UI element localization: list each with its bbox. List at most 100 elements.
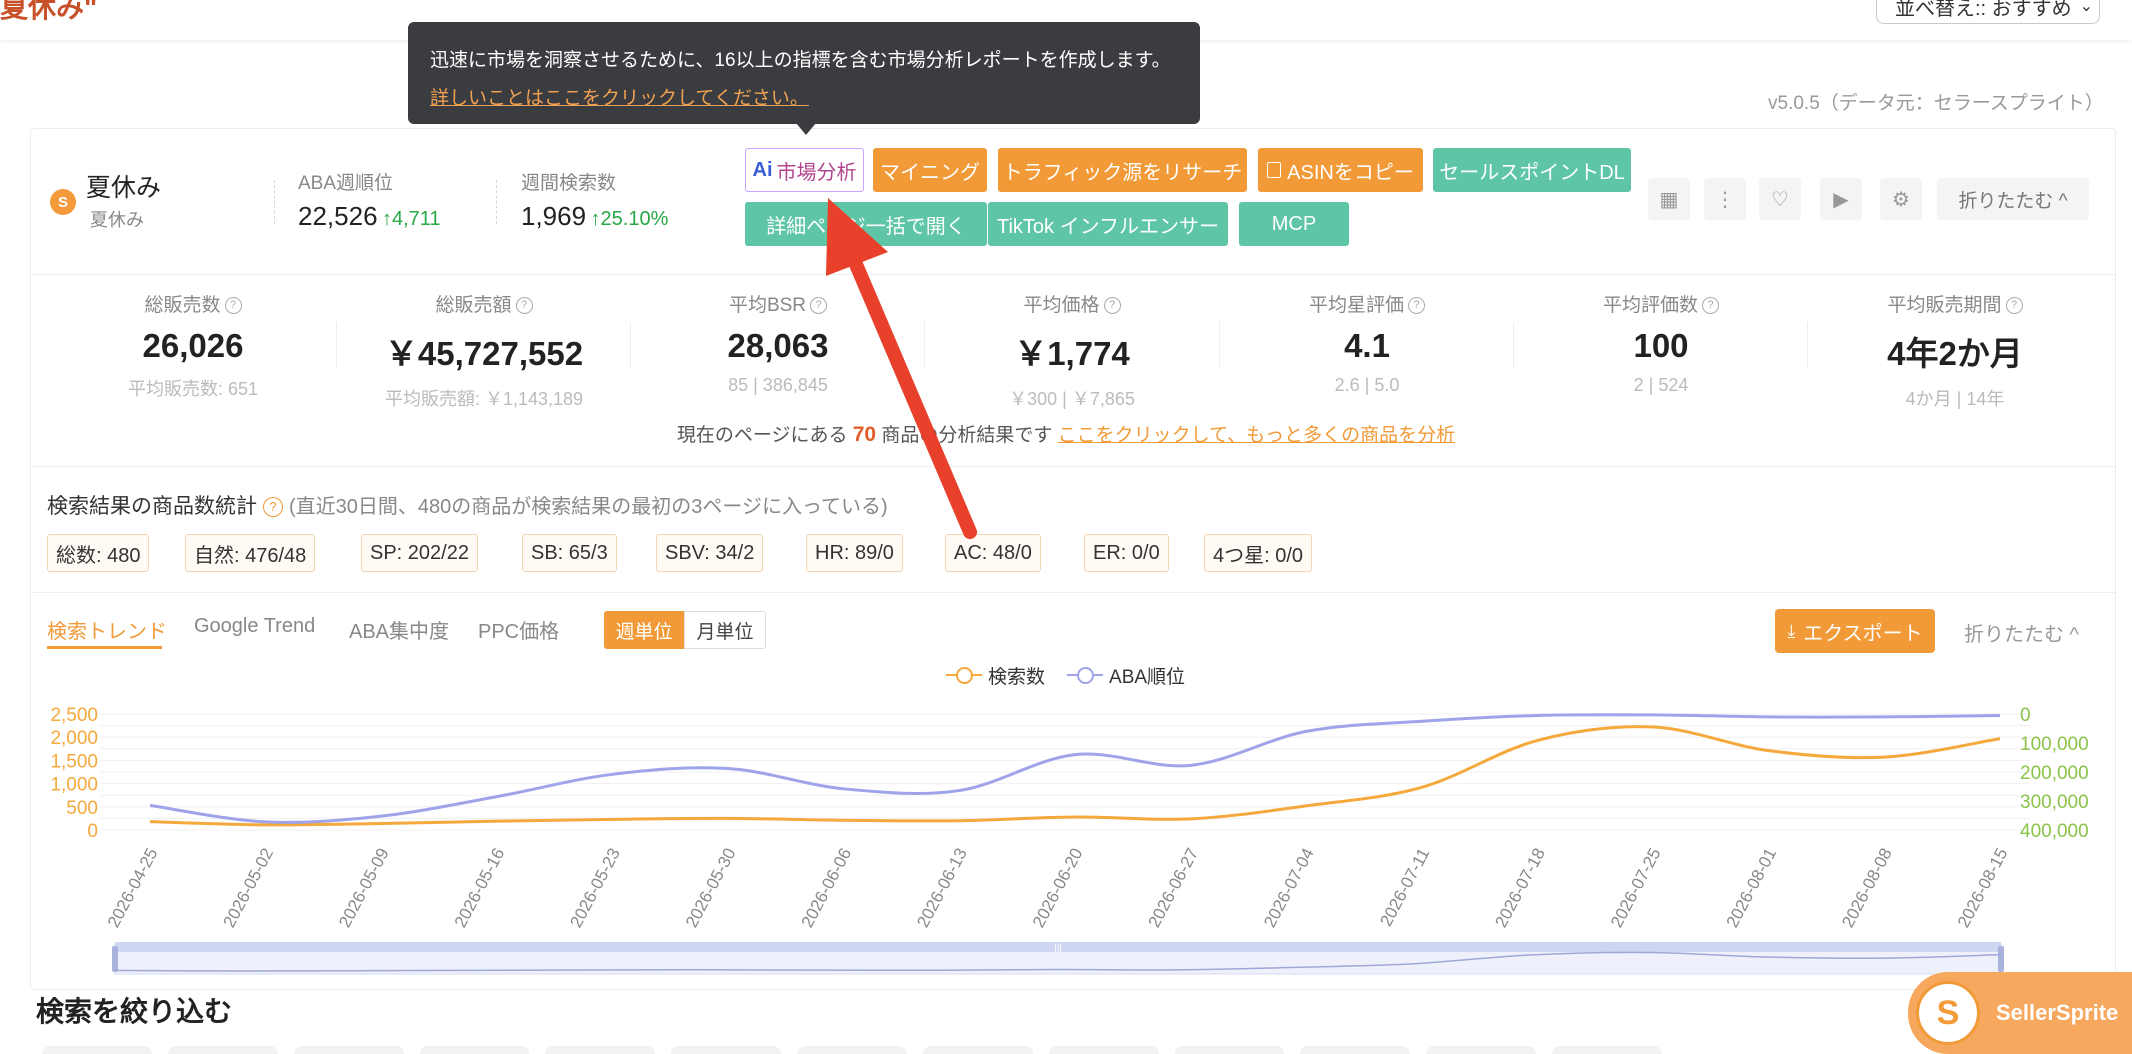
help-icon[interactable]: ? [810, 297, 828, 315]
x-axis-tick: 2026-08-08 [1838, 845, 1896, 931]
export-label: エクスポート [1803, 622, 1923, 645]
monthly-toggle[interactable]: 月単位 [684, 611, 766, 649]
metric-sub: 4か月 | 14年 [1905, 389, 2005, 409]
mining-button[interactable]: マイニング [873, 148, 987, 192]
metric-label: 総販売額 [435, 295, 512, 316]
divider [496, 180, 498, 224]
page-note-prefix: 現在のページにある [676, 425, 848, 446]
help-icon[interactable]: ? [1103, 297, 1121, 315]
tooltip-arrow [796, 123, 816, 135]
zoom-right-handle[interactable] [1998, 946, 2004, 972]
weekly-toggle[interactable]: 週単位 [604, 611, 684, 649]
collapse-chart-button[interactable]: 折りたたむ ^ [1964, 618, 2079, 647]
keyword-title: 夏休み [86, 174, 162, 202]
left-axis-tick: 1,500 [50, 751, 98, 772]
product-count-stats: 検索結果の商品数統計? (直近30日間、480の商品が検索結果の最初の3ページに入… [47, 490, 888, 520]
mcp-button[interactable]: MCP [1239, 202, 1349, 246]
divider [31, 274, 2115, 275]
aba-rank-value: 22,526 [298, 201, 378, 231]
metric-value: 4.1 [1344, 327, 1390, 364]
help-icon[interactable]: ? [1702, 297, 1719, 315]
market-analysis-button[interactable]: Ai 市場分析 [745, 148, 864, 192]
help-icon[interactable]: ? [224, 297, 242, 315]
open-details-button[interactable]: 詳細ページ一括で開く [745, 202, 987, 246]
legend-label-aba[interactable]: ABA順位 [1109, 662, 1185, 689]
count-chip-organic: 自然: 476/48 [185, 534, 316, 572]
video-icon[interactable]: ▶ [1820, 178, 1862, 220]
count-chip-ac: AC: 48/0 [945, 534, 1041, 572]
metric-label: 平均評価数 [1602, 295, 1698, 316]
help-icon[interactable]: ? [515, 297, 533, 315]
ai-icon: Ai [752, 158, 773, 181]
tooltip-text: 迅速に市場を洞察させるために、16以上の指標を含む市場分析レポートを作成します。 [430, 50, 1171, 71]
count-chip-4star: 4つ星: 0/0 [1204, 534, 1313, 572]
metric-label: 平均BSR [728, 295, 807, 316]
right-axis-tick: 200,000 [2020, 763, 2089, 784]
weekly-search: 1,969 ↑25.10% [521, 201, 668, 232]
x-axis-tick: 2026-07-25 [1607, 845, 1665, 931]
traffic-research-button[interactable]: トラフィック源をリサーチ [998, 148, 1247, 192]
collapse-button[interactable]: 折りたたむ ^ [1937, 178, 2089, 220]
download-icon: ⤓ [1787, 620, 1796, 641]
right-axis-tick: 400,000 [2020, 821, 2089, 842]
search-trend-chart: 05001,0001,5002,0002,500 0100,000200,000… [50, 705, 2089, 975]
more-icon[interactable]: ⋮ [1704, 178, 1746, 220]
help-icon[interactable]: ? [2005, 297, 2023, 315]
x-axis-tick: 2026-06-13 [913, 845, 971, 931]
right-axis-tick: 100,000 [2020, 734, 2089, 755]
metric-sub: 2 | 524 [1633, 375, 1689, 395]
metric-label: 平均販売期間 [1887, 295, 2002, 316]
divider [31, 466, 2115, 467]
tiktok-influencer-button[interactable]: TikTok インフルエンサー [988, 202, 1228, 246]
grid-icon[interactable]: ▦ [1648, 178, 1690, 220]
metric-total-sales: 総販売数? 26,026 平均販売数: 651 [45, 290, 341, 401]
export-button[interactable]: ⤓ エクスポート [1775, 609, 1935, 653]
metric-label: 平均星評価 [1308, 295, 1404, 316]
tooltip-details-link[interactable]: 詳しいことはここをクリックしてください。 [430, 80, 1178, 118]
x-axis-tick: 2026-04-25 [104, 845, 162, 931]
left-axis-tick: 2,000 [50, 728, 98, 749]
divider [31, 592, 2115, 593]
metric-average-sales-period: 平均販売期間? 4年2か月 4か月 | 14年 [1807, 290, 2103, 411]
copy-icon [1267, 162, 1282, 178]
zoom-left-handle[interactable] [112, 946, 118, 972]
count-chip-er: ER: 0/0 [1084, 534, 1169, 572]
sellersprite-badge[interactable]: S SellerSprite [1908, 972, 2132, 1054]
legend-symbol-search [946, 665, 982, 685]
tab-aba-concentration[interactable]: ABA集中度 [349, 615, 449, 644]
x-axis-tick: 2026-06-20 [1029, 845, 1087, 931]
tab-ppc-price[interactable]: PPC価格 [478, 615, 559, 644]
x-axis-tick: 2026-06-27 [1145, 845, 1203, 931]
product-count: 70 [852, 423, 877, 446]
tab-google-trend[interactable]: Google Trend [194, 615, 315, 638]
x-axis-tick: 2026-08-15 [1954, 845, 2012, 931]
x-axis-tick: 2026-08-01 [1723, 845, 1781, 931]
heart-icon[interactable]: ♡ [1759, 178, 1801, 220]
metric-value: ￥1,774 [1014, 335, 1130, 372]
help-icon[interactable]: ? [1408, 297, 1425, 315]
left-axis-tick: 500 [66, 798, 98, 819]
metric-value: 4年2か月 [1887, 335, 2023, 372]
active-tab-indicator [47, 646, 162, 649]
right-axis-tick: 0 [2020, 705, 2031, 726]
page-analysis-note: 現在のページにある 70 商品の分析結果です ここをクリックして、もっと多くの商… [0, 420, 2132, 447]
tab-search-trend[interactable]: 検索トレンド [47, 615, 167, 644]
left-axis-tick: 2,500 [50, 705, 98, 726]
metric-value: 100 [1633, 327, 1689, 364]
metric-average-review-count: 平均評価数? 100 2 | 524 [1513, 290, 1809, 396]
legend-label-search[interactable]: 検索数 [988, 662, 1045, 689]
sort-dropdown[interactable]: 並べ替え:: おすすめ ⌄ [1876, 0, 2100, 24]
sales-points-download-button[interactable]: セールスポイントDL [1433, 148, 1631, 192]
x-axis-tick: 2026-06-06 [798, 845, 856, 931]
aba-rank-delta: ↑4,711 [381, 208, 441, 230]
metric-average-price: 平均価格? ￥1,774 ￥300 | ￥7,865 [924, 290, 1220, 411]
copy-asin-label: ASINをコピー [1287, 161, 1414, 184]
market-analysis-label: 市場分析 [776, 161, 857, 184]
help-icon[interactable]: ? [263, 497, 283, 518]
zoom-grip-icon[interactable]: ||| [1054, 943, 1062, 954]
copy-asin-button[interactable]: ASINをコピー [1258, 148, 1423, 192]
count-chip-hr: HR: 89/0 [806, 534, 903, 572]
metric-value: ￥45,727,552 [384, 335, 584, 372]
analyze-more-link[interactable]: ここをクリックして、もっと多くの商品を分析 [1058, 425, 1455, 446]
settings-icon[interactable]: ⚙ [1880, 178, 1922, 220]
